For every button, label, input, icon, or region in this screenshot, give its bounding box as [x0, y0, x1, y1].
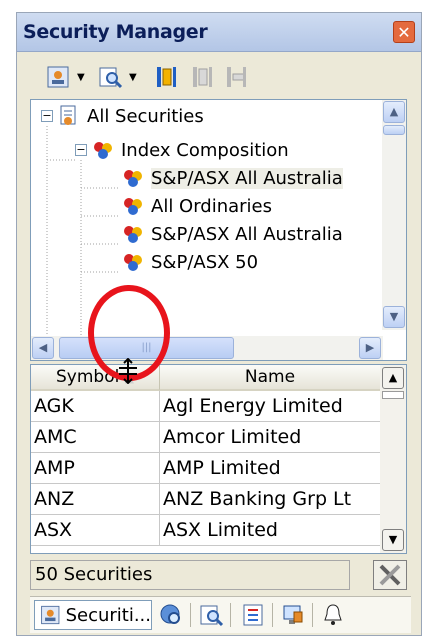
name-cell: Amcor Limited: [160, 422, 381, 453]
column-header-label: Name: [244, 367, 296, 387]
tree-item-index[interactable]: S&P/ASX All Australia: [123, 164, 343, 192]
security-properties-icon: [41, 605, 60, 625]
film-strip-icon[interactable]: [153, 64, 179, 90]
chevron-down-icon[interactable]: ▼: [129, 72, 137, 83]
tree-vertical-scrollbar[interactable]: ▲ ▼: [382, 100, 406, 330]
clear-filter-button[interactable]: [373, 560, 407, 590]
scroll-up-arrow-icon[interactable]: ▲: [383, 101, 405, 123]
table-row[interactable]: AMP AMP Limited: [31, 453, 381, 484]
security-properties-icon[interactable]: [45, 64, 71, 90]
grid-rows-icon: [227, 67, 246, 87]
symbol-cell: AMP: [31, 453, 160, 484]
tree-root-all-securities[interactable]: − All Securities: [41, 102, 204, 130]
securities-tree[interactable]: − All Securities − Index Composition S&P…: [30, 99, 407, 361]
table-row[interactable]: ANZ ANZ Banking Grp Lt: [31, 484, 381, 515]
symbol-cell: AMC: [31, 422, 160, 453]
tab-separator: [312, 603, 313, 627]
symbol-cell: ASX: [31, 515, 160, 546]
symbol-cell: AGK: [31, 391, 160, 422]
molecule-icon: [94, 142, 112, 159]
name-cell: ANZ Banking Grp Lt: [160, 484, 381, 515]
window-title: Security Manager: [23, 21, 208, 43]
scroll-up-arrow-icon[interactable]: ▲: [382, 367, 404, 389]
resize-cursor-icon: [119, 358, 137, 384]
tab-securities[interactable]: Securiti...: [34, 600, 152, 630]
globe-search-icon[interactable]: [158, 602, 184, 628]
symbol-cell: ANZ: [31, 484, 160, 515]
search-securities-icon[interactable]: [97, 64, 123, 90]
grid-vertical-scrollbar[interactable]: ▲ ▼: [380, 365, 406, 553]
molecule-icon: [124, 170, 142, 187]
search-securities-icon[interactable]: [198, 602, 224, 628]
collapse-toggle[interactable]: −: [75, 144, 87, 156]
molecule-icon: [124, 254, 142, 271]
security-manager-panel: Security Manager ✕ ▼ ▼ − All Securities …: [16, 12, 422, 636]
tree-item-index[interactable]: All Ordinaries: [123, 192, 272, 220]
chevron-down-icon[interactable]: ▼: [77, 72, 85, 83]
name-cell: ASX Limited: [160, 515, 381, 546]
table-row[interactable]: AMC Amcor Limited: [31, 422, 381, 453]
scroll-thumb[interactable]: [383, 125, 405, 135]
bottom-tab-bar: Securiti...: [30, 596, 411, 633]
tree-item-index[interactable]: S&P/ASX All Australia: [123, 220, 343, 248]
name-cell: AMP Limited: [160, 453, 381, 484]
molecule-icon: [124, 198, 142, 215]
grid-columns-icon: [193, 67, 212, 87]
molecule-icon: [124, 226, 142, 243]
tree-group-index-composition[interactable]: − Index Composition: [75, 136, 289, 164]
column-header-symbol[interactable]: Symbol ▲: [31, 365, 160, 391]
tab-separator: [230, 603, 231, 627]
column-header-name[interactable]: Name: [160, 365, 381, 391]
tree-item-label: All Securities: [87, 105, 204, 127]
scroll-right-arrow-icon[interactable]: ▶: [359, 337, 381, 359]
tree-item-label: Index Composition: [121, 139, 289, 161]
tree-item-label: S&P/ASX All Australia: [151, 167, 343, 189]
toolbar: ▼ ▼: [17, 52, 421, 102]
scroll-left-arrow-icon[interactable]: ◀: [32, 337, 54, 359]
scroll-thumb[interactable]: |||: [59, 337, 234, 359]
scroll-thumb[interactable]: [382, 391, 404, 399]
status-bar: 50 Securities: [30, 560, 407, 590]
bell-alert-icon[interactable]: [320, 602, 346, 628]
tree-item-label: S&P/ASX 50: [151, 251, 259, 273]
table-row[interactable]: AGK Agl Energy Limited: [31, 391, 381, 422]
scroll-down-arrow-icon[interactable]: ▼: [383, 306, 405, 328]
tab-separator: [190, 603, 191, 627]
scroll-down-arrow-icon[interactable]: ▼: [382, 529, 404, 551]
tab-label: Securiti...: [65, 604, 151, 626]
collapse-toggle[interactable]: −: [41, 110, 53, 122]
tree-item-label: All Ordinaries: [151, 195, 273, 217]
table-row[interactable]: ASX ASX Limited: [31, 515, 381, 546]
tree-item-label: S&P/ASX All Australia: [151, 223, 343, 245]
document-list-icon: [60, 105, 76, 125]
column-header-label: Symbol: [56, 367, 120, 387]
close-button[interactable]: ✕: [393, 21, 415, 43]
title-bar: Security Manager ✕: [17, 13, 421, 52]
cross-tools-icon: [379, 564, 401, 586]
computer-settings-icon[interactable]: [280, 602, 306, 628]
tree-item-index[interactable]: S&P/ASX 50: [123, 248, 258, 276]
tree-horizontal-scrollbar[interactable]: ◀ ||| ▶: [31, 336, 383, 360]
name-cell: Agl Energy Limited: [160, 391, 381, 422]
securities-count: 50 Securities: [30, 560, 350, 590]
tab-separator: [272, 603, 273, 627]
list-checked-icon[interactable]: [240, 602, 266, 628]
securities-grid[interactable]: Symbol ▲ Name AGK Agl Energy Limited AMC…: [30, 364, 407, 554]
